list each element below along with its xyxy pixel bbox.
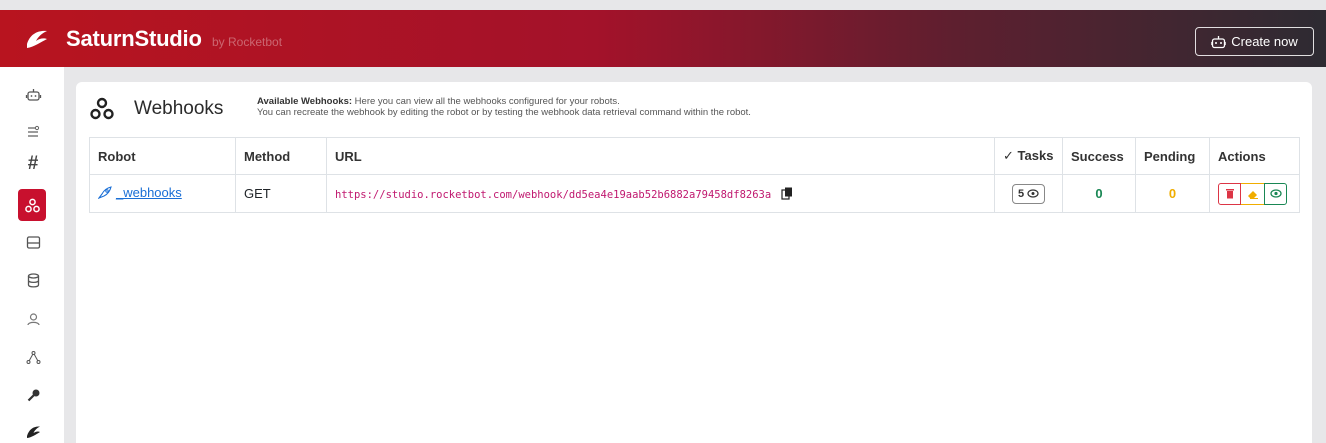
webhooks-icon [90, 97, 114, 120]
robot-name: _webhooks [116, 185, 182, 200]
eye-icon [1027, 189, 1039, 198]
database-icon [27, 272, 39, 288]
column-method: Method [235, 137, 327, 175]
cell-url: https://studio.rocketbot.com/webhook/dd5… [326, 174, 995, 213]
diagram-icon [26, 350, 40, 364]
robot-link[interactable]: _webhooks [98, 185, 182, 200]
table-header-row: Robot Method URL ✓ Tasks Success Pending… [89, 137, 1300, 175]
info-line-2: You can recreate the webhook by editing … [257, 107, 751, 118]
tasks-button[interactable]: 5 [1011, 183, 1046, 204]
sidebar-item-users[interactable] [18, 304, 48, 334]
trash-icon [1225, 189, 1234, 199]
sidebar-item-credentials[interactable] [18, 380, 48, 410]
robot-icon [1211, 35, 1227, 48]
delete-button[interactable] [1218, 182, 1241, 205]
actions-group [1218, 182, 1287, 205]
sidebar-item-rocketbot[interactable] [18, 417, 48, 443]
webhooks-icon [24, 198, 40, 212]
robot-icon [25, 88, 41, 101]
column-robot: Robot [89, 137, 236, 175]
cell-actions [1209, 174, 1300, 213]
column-success: Success [1062, 137, 1136, 175]
sidebar-item-database[interactable] [18, 265, 48, 295]
check-icon: ✓ [1003, 148, 1014, 163]
info-label: Available Webhooks: [257, 96, 353, 107]
sidebar-item-orchestrator[interactable] [18, 342, 48, 372]
view-button[interactable] [1264, 182, 1287, 205]
webhook-url[interactable]: https://studio.rocketbot.com/webhook/dd5… [335, 189, 771, 201]
rocketbot-logo-icon[interactable] [24, 28, 50, 50]
sidebar-item-robots[interactable] [18, 80, 48, 110]
clear-button[interactable] [1241, 182, 1264, 205]
column-actions: Actions [1209, 137, 1300, 175]
toggles-icon [27, 125, 39, 137]
copy-icon[interactable] [781, 187, 793, 200]
brand-title[interactable]: SaturnStudio [66, 26, 202, 52]
window-icon [26, 235, 40, 249]
eraser-icon [1247, 190, 1258, 199]
sidebar-item-settings[interactable] [18, 116, 48, 146]
create-now-button[interactable]: Create now [1195, 27, 1314, 56]
page-title: Webhooks [134, 98, 224, 119]
column-tasks: ✓ Tasks [994, 137, 1063, 175]
hash-icon: # [27, 153, 39, 174]
top-navbar: SaturnStudio by Rocketbot Create now [0, 10, 1326, 67]
cell-tasks: 5 [994, 174, 1063, 213]
sidebar-item-webhooks[interactable] [18, 189, 46, 221]
cell-success: 0 [1062, 174, 1136, 213]
info-line-1: Here you can view all the webhooks confi… [352, 96, 620, 107]
column-url: URL [326, 137, 995, 175]
cell-robot: _webhooks [89, 174, 236, 213]
key-icon [27, 389, 39, 401]
page-description: Available Webhooks: Here you can view al… [257, 96, 751, 118]
cell-pending: 0 [1135, 174, 1210, 213]
tasks-count: 5 [1017, 187, 1025, 200]
create-now-label: Create now [1231, 34, 1298, 49]
rocketbot-icon [26, 425, 40, 438]
users-icon [26, 312, 40, 325]
eye-icon [1269, 189, 1282, 198]
sidebar: # [0, 67, 64, 443]
rocket-icon [98, 186, 112, 199]
sidebar-item-variables[interactable]: # [18, 149, 48, 179]
brand-subtitle: by Rocketbot [212, 35, 283, 49]
column-pending: Pending [1135, 137, 1210, 175]
webhooks-table: Robot Method URL ✓ Tasks Success Pending… [89, 137, 1300, 213]
sidebar-item-forms[interactable] [18, 227, 48, 257]
table-row: _webhooks GET https://studio.rocketbot.c… [89, 174, 1300, 213]
cell-method: GET [235, 174, 327, 213]
